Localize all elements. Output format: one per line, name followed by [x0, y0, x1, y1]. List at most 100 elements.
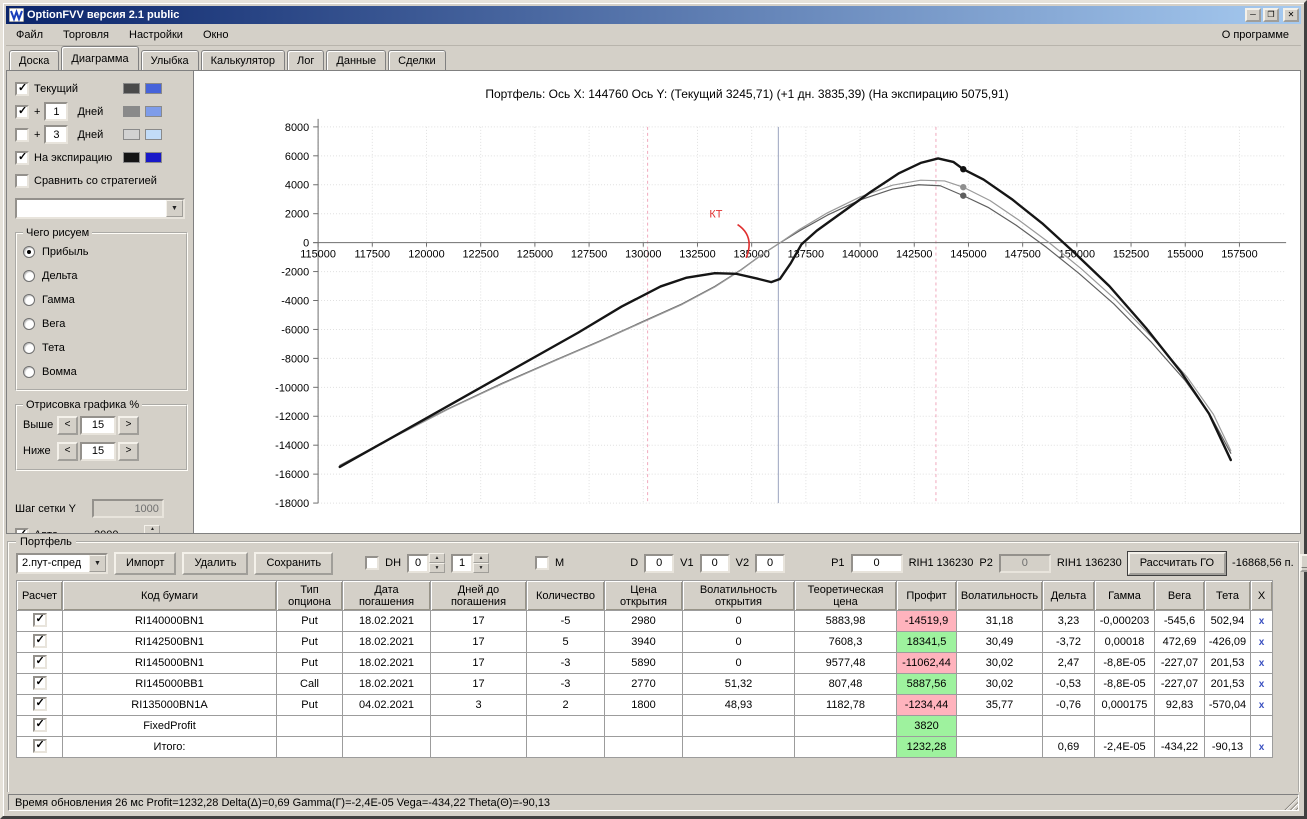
chevron-down-icon[interactable]: ▼ [166, 200, 183, 217]
col-header-theta[interactable]: Тета [1204, 580, 1251, 611]
increase-above-button[interactable]: > [118, 415, 139, 435]
days-input-2[interactable] [44, 125, 69, 144]
tab-trades[interactable]: Сделки [388, 50, 446, 70]
radio-icon[interactable] [23, 294, 35, 306]
cell-qty: 2 [526, 694, 605, 716]
delete-row-button[interactable]: х [1250, 694, 1273, 716]
calc-go-button[interactable]: Рассчитать ГО [1127, 551, 1227, 575]
delete-button[interactable]: Удалить [182, 551, 249, 575]
col-header-vega[interactable]: Вега [1154, 580, 1205, 611]
delete-row-button[interactable]: х [1250, 610, 1273, 632]
auto-grid-checkbox[interactable] [15, 527, 29, 533]
col-header-open_price[interactable]: Цена открытия [604, 580, 683, 611]
col-header-gamma[interactable]: Гамма [1094, 580, 1155, 611]
row-calc-checkbox[interactable] [32, 717, 47, 732]
row-calc-checkbox[interactable] [32, 738, 47, 753]
title-bar[interactable]: OptionFVV версия 2.1 public ─ ❐ ✕ [6, 6, 1301, 24]
col-header-theo_price[interactable]: Теоретическая цена [794, 580, 897, 611]
cell-vega: -227,07 [1154, 652, 1205, 674]
dh-spin2-input[interactable] [451, 553, 474, 573]
collapse-button[interactable]: _ [1299, 554, 1307, 572]
menu-window[interactable]: Окно [193, 25, 239, 45]
close-button[interactable]: ✕ [1283, 8, 1299, 22]
series-checkbox-1[interactable] [15, 104, 29, 119]
row-calc-checkbox[interactable] [32, 633, 47, 648]
draw-option-4[interactable]: Тета [23, 336, 180, 360]
days-input-1[interactable] [44, 102, 69, 121]
col-header-qty[interactable]: Количество [526, 580, 605, 611]
tab-diagram[interactable]: Диаграмма [61, 46, 139, 70]
decrease-below-button[interactable]: < [57, 441, 78, 461]
row-calc-checkbox[interactable] [32, 675, 47, 690]
tab-log[interactable]: Лог [287, 50, 325, 70]
radio-icon[interactable] [23, 342, 35, 354]
dh-checkbox[interactable] [365, 556, 380, 570]
draw-option-1[interactable]: Дельта [23, 264, 180, 288]
delete-row-button[interactable]: х [1250, 673, 1273, 695]
decrease-above-button[interactable]: < [57, 415, 78, 435]
radio-icon[interactable] [23, 318, 35, 330]
p2-input[interactable] [998, 553, 1051, 573]
col-header-check[interactable]: Расчет [16, 580, 63, 611]
payoff-chart[interactable]: 80006000400020000-2000-4000-6000-8000-10… [194, 71, 1300, 533]
spin-down-icon[interactable]: ▼ [429, 563, 446, 573]
radio-icon[interactable] [23, 246, 35, 258]
col-header-x[interactable]: X [1250, 580, 1273, 611]
draw-option-0[interactable]: Прибыль [23, 240, 180, 264]
spin-up-icon[interactable]: ▲ [429, 553, 446, 563]
tab-board[interactable]: Доска [9, 50, 60, 70]
delete-row-button[interactable]: х [1250, 736, 1273, 758]
spin-up-icon[interactable]: ▲ [473, 553, 490, 563]
menu-trade[interactable]: Торговля [53, 25, 119, 45]
m-checkbox[interactable] [535, 556, 550, 570]
chevron-down-icon[interactable]: ▼ [89, 554, 106, 572]
v1-input[interactable] [699, 553, 730, 573]
delete-row-button[interactable]: х [1250, 652, 1273, 674]
dh-spin1-input[interactable] [407, 553, 430, 573]
radio-icon[interactable] [23, 366, 35, 378]
tab-data[interactable]: Данные [326, 50, 387, 70]
above-percent-input[interactable] [80, 415, 116, 435]
col-header-open_vol[interactable]: Волатильность открытия [682, 580, 795, 611]
v2-input[interactable] [755, 553, 786, 573]
tab-calculator[interactable]: Калькулятор [200, 50, 286, 70]
maximize-button[interactable]: ❐ [1263, 8, 1279, 22]
series-checkbox-0[interactable] [15, 81, 29, 96]
grid-step-input[interactable] [91, 499, 164, 518]
col-header-type[interactable]: Тип опциона [276, 580, 343, 611]
save-button[interactable]: Сохранить [254, 551, 334, 575]
col-header-days[interactable]: Дней до погашения [430, 580, 527, 611]
series-checkbox-2[interactable] [15, 127, 29, 142]
series-checkbox-3[interactable] [15, 150, 29, 165]
p1-input[interactable] [850, 553, 903, 573]
portfolio-select[interactable]: 2.пут-спред ▼ [16, 552, 108, 574]
draw-option-2[interactable]: Гамма [23, 288, 180, 312]
minimize-button[interactable]: ─ [1245, 8, 1261, 22]
col-header-vol[interactable]: Волатильность [956, 580, 1043, 611]
delete-row-button[interactable]: х [1250, 631, 1273, 653]
menu-settings[interactable]: Настройки [119, 25, 193, 45]
draw-option-3[interactable]: Вега [23, 312, 180, 336]
spin-up-icon[interactable]: ▲ [144, 524, 161, 533]
delete-row-button[interactable]: х [1250, 715, 1273, 737]
col-header-profit[interactable]: Профит [896, 580, 957, 611]
below-percent-input[interactable] [80, 441, 116, 461]
tab-smile[interactable]: Улыбка [140, 50, 199, 70]
radio-icon[interactable] [23, 270, 35, 282]
draw-option-5[interactable]: Вомма [23, 360, 180, 384]
col-header-code[interactable]: Код бумаги [62, 580, 277, 611]
increase-below-button[interactable]: > [118, 441, 139, 461]
menu-file[interactable]: Файл [6, 25, 53, 45]
d-input[interactable] [644, 553, 675, 573]
col-header-date[interactable]: Дата погашения [342, 580, 431, 611]
import-button[interactable]: Импорт [114, 551, 177, 575]
series-label-2: Дней [77, 128, 104, 141]
row-calc-checkbox[interactable] [32, 696, 47, 711]
spin-down-icon[interactable]: ▼ [473, 563, 490, 573]
strategy-compare-select[interactable]: ▼ [15, 198, 185, 219]
compare-strategy-checkbox[interactable] [15, 173, 29, 188]
menu-about[interactable]: О программе [1210, 25, 1301, 45]
row-calc-checkbox[interactable] [32, 654, 47, 669]
col-header-delta[interactable]: Дельта [1042, 580, 1095, 611]
row-calc-checkbox[interactable] [32, 612, 47, 627]
